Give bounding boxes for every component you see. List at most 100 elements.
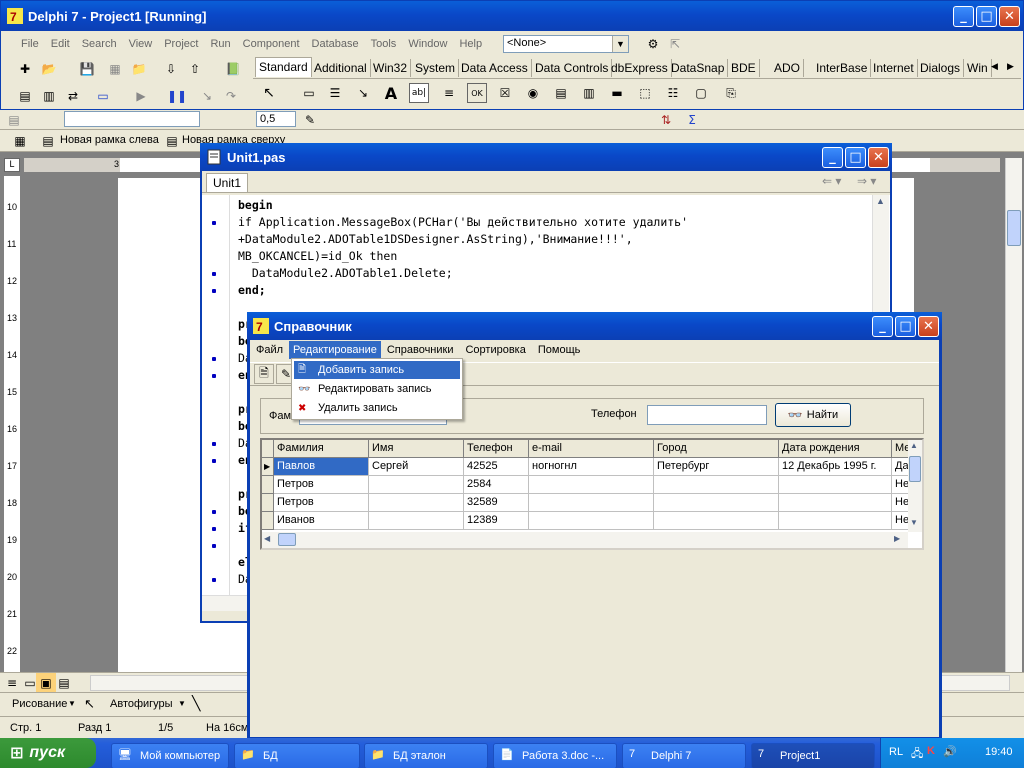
start-button[interactable]: ⊞ пуск (0, 738, 96, 768)
grid-cell[interactable]: Сергей (369, 458, 464, 476)
component-combo[interactable]: <None> ▼ (503, 35, 629, 53)
palette-tab-data-access[interactable]: Data Access (458, 59, 532, 77)
scrollbar-icon[interactable]: ▬ (607, 83, 627, 103)
new-form-icon[interactable]: ▭ (93, 86, 113, 106)
palette-tab-system[interactable]: System (412, 59, 460, 77)
sprav-menu-directories[interactable]: Справочники (381, 341, 460, 359)
delphi-menu-component[interactable]: Component (237, 38, 306, 50)
view-normal-icon[interactable]: ≡ (2, 673, 22, 693)
grid-cell[interactable] (654, 512, 779, 530)
view-outline-icon[interactable]: ▤ (54, 673, 74, 693)
run-icon[interactable]: ▶ (131, 86, 151, 106)
sum-icon[interactable]: Σ (682, 110, 702, 130)
scroll-up-icon[interactable]: ▲ (876, 196, 885, 206)
unit-editor-titlebar[interactable]: Unit1.pas _ □ ✕ (200, 143, 892, 171)
task-delphi[interactable]: 7 Delphi 7 (622, 743, 746, 768)
add-file-icon[interactable]: ⇩ (161, 59, 181, 79)
editor-tab-unit1[interactable]: Unit1 (206, 173, 249, 192)
tray-volume-icon[interactable]: 🔊 (943, 745, 957, 758)
delphi-minimize-button[interactable]: _ (953, 5, 974, 27)
palette-tab-internet[interactable]: Internet (870, 59, 918, 77)
chevron-down-icon[interactable]: ▼ (178, 699, 186, 708)
palette-tab-win32[interactable]: Win32 (370, 59, 412, 77)
new-record-icon[interactable]: 🗎 (254, 364, 274, 384)
scroll-thumb[interactable] (278, 533, 296, 546)
delphi-menu-tools[interactable]: Tools (365, 38, 403, 50)
grid-cell[interactable] (529, 512, 654, 530)
grid-cell[interactable]: Петров (274, 494, 369, 512)
save-icon[interactable]: 💾 (77, 59, 97, 79)
listbox-icon[interactable]: ▤ (551, 83, 571, 103)
word-toolbar-icon[interactable]: ▤ (4, 110, 24, 130)
frames-icon[interactable]: ▭ (299, 83, 319, 103)
sprav-menu-help[interactable]: Помощь (532, 341, 587, 359)
step-over-icon[interactable]: ↷ (221, 86, 241, 106)
view-page-icon[interactable]: ▣ (36, 673, 56, 693)
sprav-menu-sort[interactable]: Сортировка (459, 341, 531, 359)
scroll-left-icon[interactable]: ◀ (264, 534, 270, 543)
sprav-menu-file[interactable]: Файл (250, 341, 289, 359)
trace-into-icon[interactable]: ↘ (197, 86, 217, 106)
help-book-icon[interactable]: 📗 (223, 59, 243, 79)
new-icon[interactable]: ✚ (15, 59, 35, 79)
grid-cell[interactable] (654, 494, 779, 512)
task-my-computer[interactable]: 🖥 Мой компьютер (111, 743, 229, 768)
back-arrow-icon[interactable]: ⇐ ▾ (822, 174, 841, 188)
open-icon[interactable]: 📂 (39, 59, 59, 79)
toggle-form-icon[interactable]: ⇄ (63, 86, 83, 106)
word-style-combo[interactable] (64, 111, 200, 127)
sprav-maximize-button[interactable]: □ (895, 315, 916, 337)
grid-header-birthdate[interactable]: Дата рождения (779, 440, 892, 458)
forward-arrow-icon[interactable]: ⇒ ▾ (857, 174, 876, 188)
task-project1[interactable]: 7 Project1 (751, 743, 875, 768)
radiogroup-icon[interactable]: ☷ (663, 83, 683, 103)
view-form-icon[interactable]: ▥ (39, 86, 59, 106)
radiobutton-icon[interactable]: ◉ (523, 83, 543, 103)
grid-vertical-scrollbar[interactable]: ▲ ▼ (908, 440, 922, 532)
palette-tab-interbase[interactable]: InterBase (813, 59, 872, 77)
grid-header-city[interactable]: Город (654, 440, 779, 458)
grid-cell[interactable]: 12 Декабрь 1995 г. (779, 458, 892, 476)
grid-cell[interactable]: 2584 (464, 476, 529, 494)
grid-cell[interactable] (654, 476, 779, 494)
combobox-icon[interactable]: ▥ (579, 83, 599, 103)
palette-tab-win31[interactable]: Win (964, 59, 992, 77)
mainmenu-icon[interactable]: ☰ (325, 83, 345, 103)
chevron-down-icon[interactable]: ▼ (68, 699, 76, 708)
checkbox-icon[interactable]: ☒ (495, 83, 515, 103)
menu-add-record[interactable]: 🗎 Добавить запись (294, 361, 460, 379)
unit-minimize-button[interactable]: _ (822, 146, 843, 168)
select-objects-icon[interactable]: ↖ (84, 696, 95, 712)
delphi-menu-project[interactable]: Project (158, 38, 204, 50)
tray-antivirus-icon[interactable]: K (927, 745, 935, 757)
popupmenu-icon[interactable]: ↘ (353, 83, 373, 103)
drawing-menu[interactable]: Рисование (12, 698, 67, 710)
edit-icon[interactable]: ab| (409, 83, 429, 103)
delphi-menu-window[interactable]: Window (402, 38, 453, 50)
open-project-icon[interactable]: 📁 (129, 59, 149, 79)
word-vertical-scrollbar[interactable] (1005, 158, 1022, 672)
palette-tab-bde[interactable]: BDE (728, 59, 760, 77)
panel-icon[interactable]: ▢ (691, 83, 711, 103)
grid-cell[interactable] (529, 494, 654, 512)
grid-header-firstname[interactable]: Имя (369, 440, 464, 458)
menu-delete-record[interactable]: ✖ Удалить запись (294, 399, 460, 417)
unit-maximize-button[interactable]: □ (845, 146, 866, 168)
memo-icon[interactable]: ≡ (439, 83, 459, 103)
view-unit-icon[interactable]: ▤ (15, 86, 35, 106)
grid-header-phone[interactable]: Телефон (464, 440, 529, 458)
grid-cell[interactable] (369, 512, 464, 530)
delphi-menu-view[interactable]: View (123, 38, 159, 50)
palette-tab-ado[interactable]: ADO (771, 59, 805, 77)
pause-icon[interactable]: ❚❚ (167, 86, 187, 106)
word-font-size[interactable]: 0,5 (256, 111, 296, 127)
grid-cell[interactable]: 12389 (464, 512, 529, 530)
delphi-menu-run[interactable]: Run (204, 38, 236, 50)
grid-cell[interactable]: Петров (274, 476, 369, 494)
actionlist-icon[interactable]: ⎘ (721, 83, 741, 103)
data-grid[interactable]: Фамилия Имя Телефон e-mail Город Дата ро… (260, 438, 924, 550)
groupbox-icon[interactable]: ⬚ (635, 83, 655, 103)
task-word-doc[interactable]: 📄 Работа 3.doc -... (493, 743, 617, 768)
grid-cell[interactable] (369, 494, 464, 512)
grid-cell[interactable]: 42525 (464, 458, 529, 476)
